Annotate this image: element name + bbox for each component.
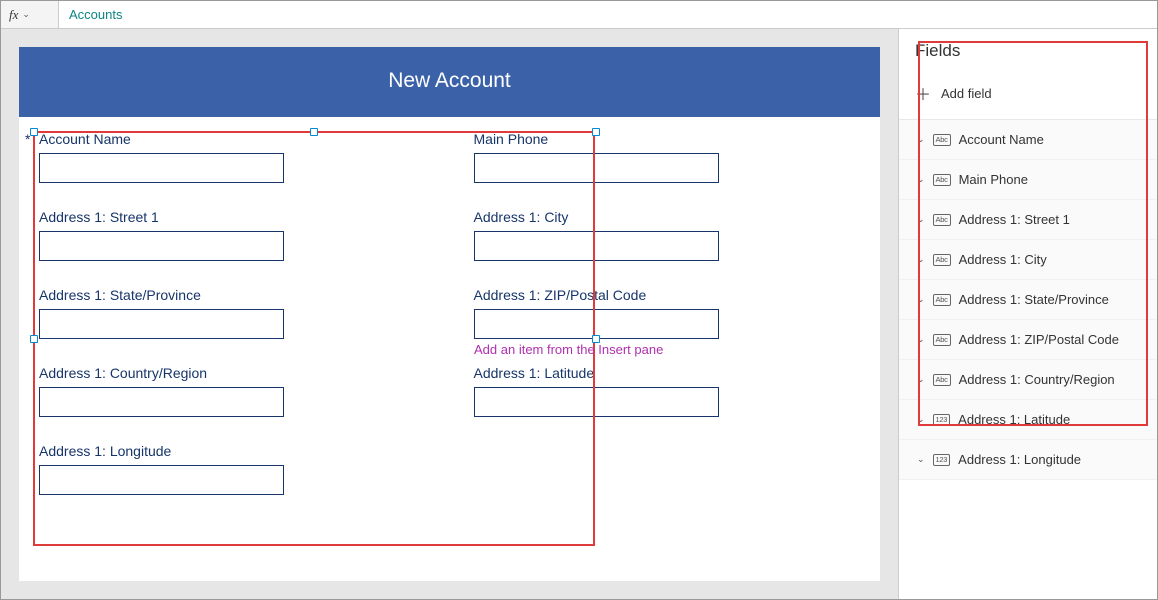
field-item-address-city[interactable]: ⌄ Abc Address 1: City <box>899 240 1157 280</box>
field-label: Address 1: Longitude <box>39 443 426 459</box>
resize-handle[interactable] <box>30 335 38 343</box>
type-badge-number-icon: 123 <box>933 454 951 466</box>
field-label: Address 1: Latitude <box>474 365 861 381</box>
field-item-label: Address 1: Country/Region <box>959 372 1115 387</box>
field-item-address-state[interactable]: ⌄ Abc Address 1: State/Province <box>899 280 1157 320</box>
main-area: New Account Add an item from the Insert … <box>1 29 1157 599</box>
pane-title: Fields <box>899 41 1157 73</box>
field-item-label: Address 1: Longitude <box>958 452 1081 467</box>
field-label: Address 1: Street 1 <box>39 209 426 225</box>
form-canvas[interactable]: New Account Add an item from the Insert … <box>19 47 880 581</box>
formula-bar: fx ⌄ Accounts <box>1 1 1157 29</box>
label-text: Account Name <box>39 131 131 147</box>
field-item-address-longitude[interactable]: ⌄ 123 Address 1: Longitude <box>899 440 1157 480</box>
text-input[interactable] <box>474 153 719 183</box>
canvas-area: New Account Add an item from the Insert … <box>1 29 898 599</box>
field-label: Address 1: State/Province <box>39 287 426 303</box>
chevron-down-icon: ⌄ <box>917 254 925 265</box>
chevron-down-icon: ⌄ <box>917 294 925 305</box>
field-item-label: Address 1: City <box>959 252 1047 267</box>
type-badge-text-icon: Abc <box>933 374 951 386</box>
label-text: Address 1: Street 1 <box>39 209 159 225</box>
text-input[interactable] <box>39 465 284 495</box>
label-text: Address 1: City <box>474 209 569 225</box>
type-badge-text-icon: Abc <box>933 334 951 346</box>
field-address-country[interactable]: Address 1: Country/Region <box>39 365 426 417</box>
field-label: Address 1: City <box>474 209 861 225</box>
add-field-label: Add field <box>941 86 992 101</box>
field-address-zip[interactable]: Address 1: ZIP/Postal Code <box>474 287 861 339</box>
label-text: Address 1: Latitude <box>474 365 595 381</box>
type-badge-text-icon: Abc <box>933 174 951 186</box>
chevron-down-icon: ⌄ <box>22 9 30 20</box>
field-item-address-latitude[interactable]: ⌄ 123 Address 1: Latitude <box>899 400 1157 440</box>
label-text: Address 1: Country/Region <box>39 365 207 381</box>
field-label: Main Phone <box>474 131 861 147</box>
fx-button[interactable]: fx ⌄ <box>1 1 59 28</box>
field-list: ⌄ Abc Account Name ⌄ Abc Main Phone ⌄ Ab… <box>899 120 1157 599</box>
label-text: Address 1: ZIP/Postal Code <box>474 287 647 303</box>
chevron-down-icon: ⌄ <box>917 374 925 385</box>
field-item-label: Main Phone <box>959 172 1028 187</box>
type-badge-text-icon: Abc <box>933 294 951 306</box>
field-label: * Account Name <box>39 131 426 147</box>
plus-icon: ＋ <box>915 81 931 105</box>
insert-hint: Add an item from the Insert pane <box>474 342 663 357</box>
field-address-city[interactable]: Address 1: City <box>474 209 861 261</box>
chevron-down-icon: ⌄ <box>917 414 925 425</box>
text-input[interactable] <box>474 231 719 261</box>
text-input[interactable] <box>39 387 284 417</box>
field-item-main-phone[interactable]: ⌄ Abc Main Phone <box>899 160 1157 200</box>
field-address-longitude[interactable]: Address 1: Longitude <box>39 443 426 495</box>
field-item-label: Address 1: Street 1 <box>959 212 1070 227</box>
label-text: Main Phone <box>474 131 549 147</box>
chevron-down-icon: ⌄ <box>917 214 925 225</box>
chevron-down-icon: ⌄ <box>917 454 925 465</box>
fields-pane: Fields ＋ Add field ⌄ Abc Account Name ⌄ … <box>898 29 1157 599</box>
field-item-label: Address 1: ZIP/Postal Code <box>959 332 1119 347</box>
resize-handle[interactable] <box>310 128 318 136</box>
form-fields-grid: Add an item from the Insert pane * Accou… <box>19 117 880 509</box>
type-badge-text-icon: Abc <box>933 214 951 226</box>
field-item-account-name[interactable]: ⌄ Abc Account Name <box>899 120 1157 160</box>
field-address-state[interactable]: Address 1: State/Province <box>39 287 426 339</box>
chevron-down-icon: ⌄ <box>917 334 925 345</box>
field-item-address-country[interactable]: ⌄ Abc Address 1: Country/Region <box>899 360 1157 400</box>
chevron-down-icon: ⌄ <box>917 174 925 185</box>
field-main-phone[interactable]: Main Phone <box>474 131 861 183</box>
add-field-button[interactable]: ＋ Add field <box>899 73 1157 120</box>
resize-handle[interactable] <box>30 128 38 136</box>
text-input[interactable] <box>39 153 284 183</box>
label-text: Address 1: State/Province <box>39 287 201 303</box>
form-header: New Account <box>19 47 880 117</box>
field-item-label: Account Name <box>959 132 1044 147</box>
field-item-address-zip[interactable]: ⌄ Abc Address 1: ZIP/Postal Code <box>899 320 1157 360</box>
label-text: Address 1: Longitude <box>39 443 171 459</box>
field-account-name[interactable]: * Account Name <box>39 131 426 183</box>
field-label: Address 1: Country/Region <box>39 365 426 381</box>
text-input[interactable] <box>474 387 719 417</box>
formula-input[interactable]: Accounts <box>59 1 1157 28</box>
text-input[interactable] <box>39 231 284 261</box>
resize-handle[interactable] <box>592 128 600 136</box>
type-badge-number-icon: 123 <box>933 414 951 426</box>
type-badge-text-icon: Abc <box>933 254 951 266</box>
field-label: Address 1: ZIP/Postal Code <box>474 287 861 303</box>
chevron-down-icon: ⌄ <box>917 134 925 145</box>
field-item-label: Address 1: Latitude <box>958 412 1070 427</box>
field-address-latitude[interactable]: Address 1: Latitude <box>474 365 861 417</box>
field-item-label: Address 1: State/Province <box>959 292 1109 307</box>
text-input[interactable] <box>39 309 284 339</box>
field-item-address-street[interactable]: ⌄ Abc Address 1: Street 1 <box>899 200 1157 240</box>
fx-icon: fx <box>9 7 18 23</box>
field-address-street[interactable]: Address 1: Street 1 <box>39 209 426 261</box>
type-badge-text-icon: Abc <box>933 134 951 146</box>
